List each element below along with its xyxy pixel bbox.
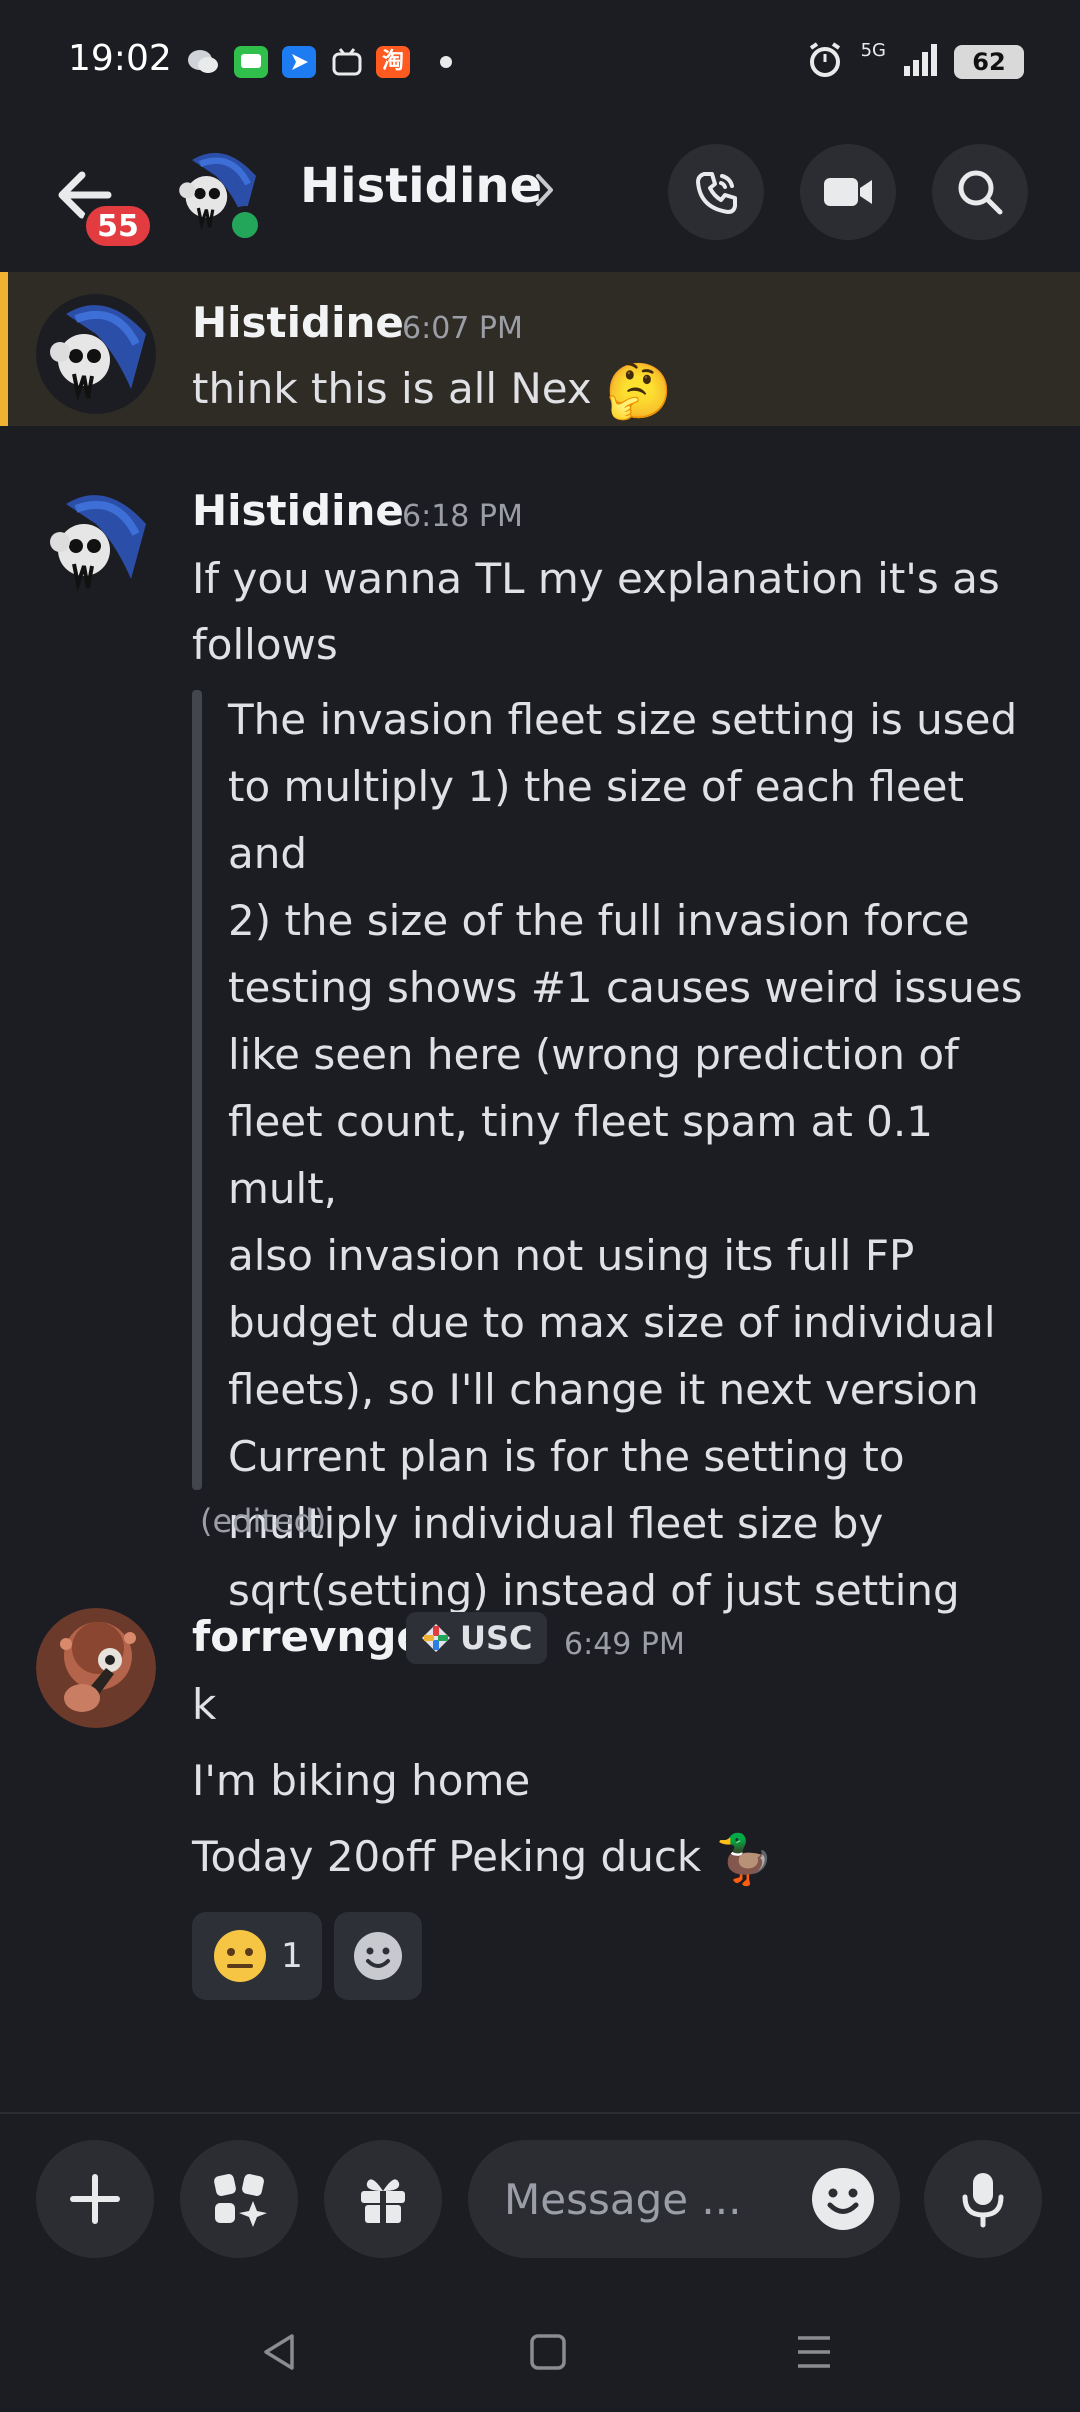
voice-message-button[interactable] — [924, 2140, 1042, 2258]
diamond-tag-icon — [422, 1624, 450, 1652]
message-text: k — [192, 1680, 217, 1729]
search-button[interactable] — [932, 144, 1028, 240]
microphone-icon — [962, 2173, 1004, 2228]
quote-line: Current plan is for the setting to — [228, 1432, 905, 1481]
message-text: think this is all Nex 🤔 — [192, 356, 672, 425]
square-home-icon — [530, 2334, 566, 2370]
message-field[interactable] — [468, 2140, 900, 2258]
nav-back-button[interactable] — [250, 2322, 310, 2382]
phone-icon — [696, 172, 737, 214]
triangle-back-icon — [264, 2334, 294, 2370]
avatar[interactable] — [36, 484, 156, 604]
status-bar: 19:02 淘 5G 62 — [0, 0, 1080, 120]
message-author[interactable]: forrevnge — [192, 1612, 425, 1661]
quote-line: fleet count, tiny fleet spam at 0.1 mult… — [228, 1097, 933, 1213]
chevron-right-icon[interactable] — [534, 170, 556, 210]
menu-recents-icon — [798, 2336, 830, 2368]
feishu-icon — [282, 46, 316, 78]
block-quote: The invasion fleet size setting is used … — [228, 686, 1048, 1624]
messages-icon — [234, 46, 268, 78]
video-camera-icon — [824, 178, 872, 206]
bilibili-icon — [330, 46, 364, 78]
chat-header: 55 Histidine — [0, 130, 1080, 270]
duck-emoji: 🦆 — [714, 1831, 775, 1888]
gift-icon — [361, 2179, 405, 2223]
search-icon — [958, 170, 1003, 215]
plus-icon — [70, 2174, 120, 2224]
alarm-icon — [805, 40, 845, 84]
smiley-icon — [812, 2168, 874, 2230]
voice-call-button[interactable] — [668, 144, 764, 240]
apps-button[interactable] — [180, 2140, 298, 2258]
message-composer — [0, 2112, 1080, 2282]
message-author[interactable]: Histidine — [192, 298, 404, 347]
avatar[interactable] — [36, 294, 156, 414]
status-time: 19:02 — [68, 38, 172, 79]
message-input[interactable] — [504, 2170, 764, 2228]
add-reaction-button[interactable] — [334, 1912, 422, 2000]
taobao-icon: 淘 — [376, 46, 410, 78]
nav-recents-button[interactable] — [784, 2322, 844, 2382]
gift-button[interactable] — [324, 2140, 442, 2258]
more-notifications-dot — [440, 56, 452, 68]
video-call-button[interactable] — [800, 144, 896, 240]
network-type: 5G — [860, 40, 886, 61]
message-author[interactable]: Histidine — [192, 486, 404, 535]
quote-line: 2) the size of the full invasion force — [228, 896, 970, 945]
message-timestamp: 6:07 PM — [402, 311, 523, 346]
nav-home-button[interactable] — [518, 2322, 578, 2382]
message-body: think this is all Nex — [192, 364, 592, 413]
server-tag-label: USC — [460, 1619, 533, 1657]
signal-icon — [902, 42, 938, 82]
quote-line: testing shows #1 causes weird issues — [228, 963, 1023, 1012]
status-indicators: 5G 62 — [805, 38, 1024, 86]
page-title[interactable]: Histidine — [300, 158, 542, 214]
reaction-count: 1 — [281, 1936, 303, 1976]
quote-line: budget due to max size of individual — [228, 1298, 996, 1347]
quote-line: multiply individual fleet size by — [228, 1499, 884, 1548]
neutral-face-icon — [214, 1930, 267, 1982]
server-tag[interactable]: USC — [406, 1612, 547, 1664]
add-reaction-icon — [354, 1932, 402, 1980]
message-timestamp: 6:49 PM — [564, 1627, 685, 1662]
online-status-indicator — [226, 206, 264, 244]
avatar[interactable] — [36, 1608, 156, 1728]
emoji-button[interactable] — [810, 2166, 876, 2232]
wechat-icon — [186, 46, 220, 78]
message-text: Today 20off Peking duck 🦆 — [192, 1824, 774, 1893]
battery-indicator: 62 — [954, 45, 1024, 79]
edited-label: (edited) — [200, 1502, 327, 1540]
quote-line: The invasion fleet size setting is used — [228, 695, 1018, 744]
attach-button[interactable] — [36, 2140, 154, 2258]
quote-line: to multiply 1) the size of each fleet an… — [228, 762, 964, 878]
system-nav-bar — [0, 2282, 1080, 2412]
thinking-emoji: 🤔 — [605, 359, 673, 423]
message-text: If you wanna TL my explanation it's as f… — [192, 554, 1000, 669]
apps-icon — [214, 2174, 267, 2227]
message-timestamp: 6:18 PM — [402, 499, 523, 534]
message-text: I'm biking home — [192, 1756, 531, 1805]
quote-bar — [192, 690, 202, 1490]
unread-badge: 55 — [82, 202, 154, 250]
quote-line: fleets), so I'll change it next version — [228, 1365, 979, 1414]
quote-line: also invasion not using its full FP — [228, 1231, 915, 1280]
message-body: Today 20off Peking duck — [192, 1832, 702, 1881]
reaction-chip[interactable]: 1 — [192, 1912, 322, 2000]
quote-line: like seen here (wrong prediction of — [228, 1030, 959, 1079]
